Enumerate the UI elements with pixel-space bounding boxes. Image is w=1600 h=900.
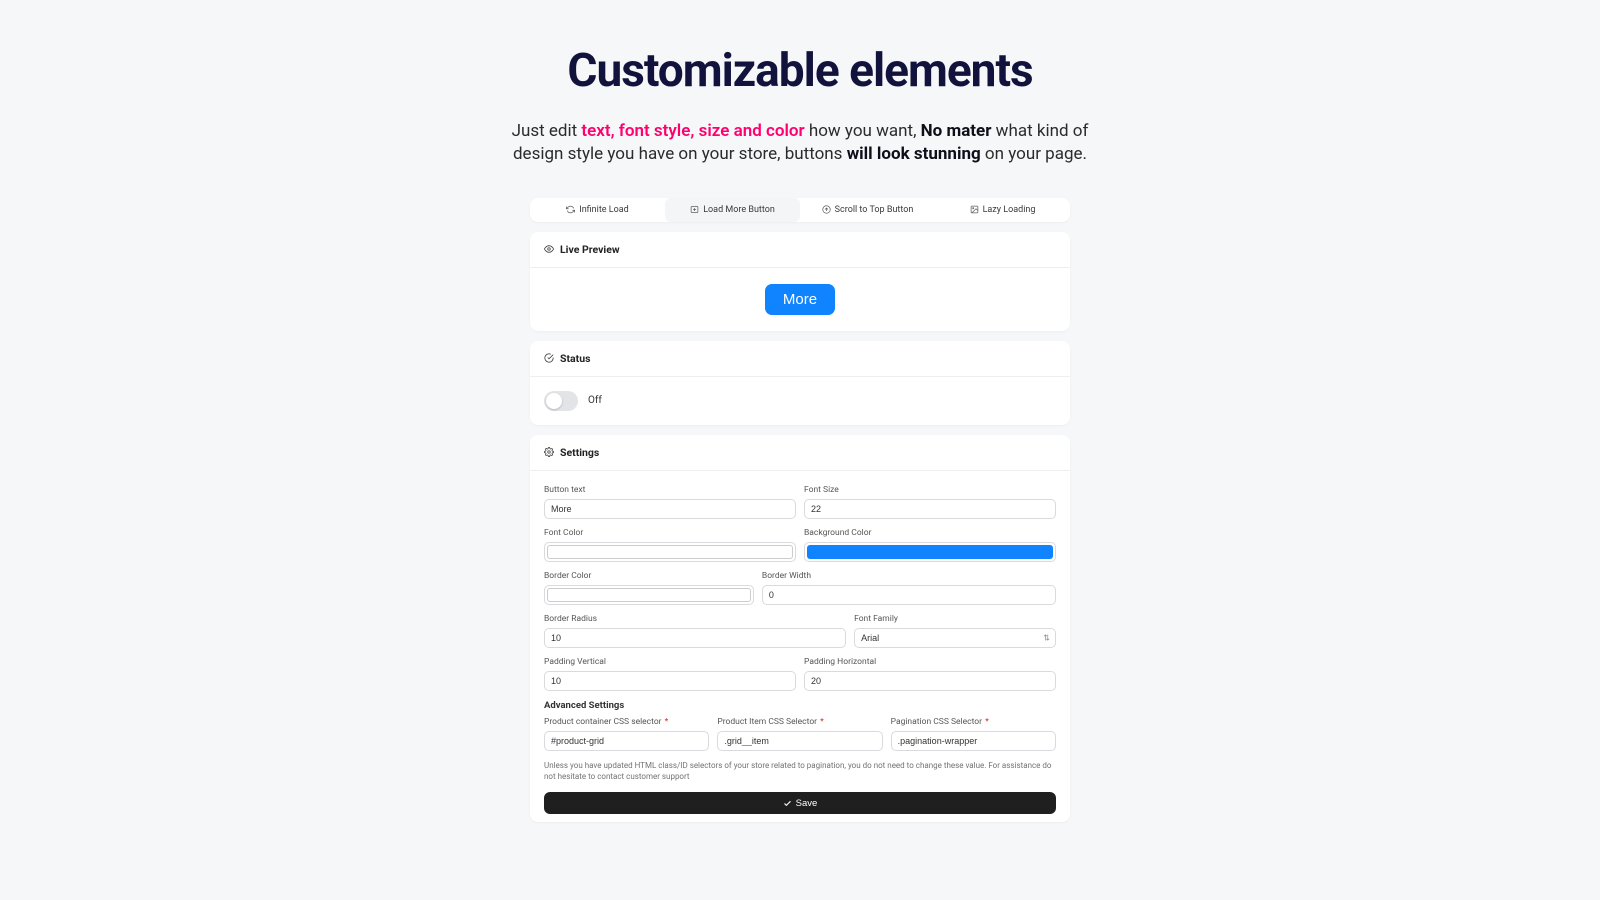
preview-more-button[interactable]: More (765, 284, 835, 315)
product-item-input[interactable] (717, 731, 882, 751)
settings-card: Settings Button text Font Size Font Colo (530, 435, 1070, 822)
live-preview-card: Live Preview More (530, 232, 1070, 331)
font-color-label: Font Color (544, 528, 796, 538)
lazy-icon (970, 205, 979, 214)
product-container-input[interactable] (544, 731, 709, 751)
padding-horizontal-label: Padding Horizontal (804, 657, 1056, 667)
font-family-label: Font Family (854, 614, 1056, 624)
save-button[interactable]: Save (544, 792, 1056, 814)
product-container-label: Product container CSS selector * (544, 717, 709, 727)
border-width-input[interactable] (762, 585, 1056, 605)
advanced-heading: Advanced Settings (544, 700, 1056, 711)
status-toggle[interactable] (544, 391, 578, 411)
button-text-input[interactable] (544, 499, 796, 519)
bg-color-label: Background Color (804, 528, 1056, 538)
tab-lazy-loading[interactable]: Lazy Loading (935, 198, 1070, 222)
page-title: Customizable elements (567, 44, 1032, 98)
border-radius-label: Border Radius (544, 614, 846, 624)
arrow-up-icon (822, 205, 831, 214)
eye-icon (544, 244, 554, 254)
border-color-label: Border Color (544, 571, 754, 581)
font-color-input[interactable] (544, 542, 796, 562)
settings-header: Settings (530, 435, 1070, 471)
border-radius-input[interactable] (544, 628, 846, 648)
padding-vertical-label: Padding Vertical (544, 657, 796, 667)
page-subtitle: Just edit text, font style, size and col… (490, 120, 1110, 166)
gear-icon (544, 447, 554, 457)
status-card: Status Off (530, 341, 1070, 425)
tab-infinite-load[interactable]: Infinite Load (530, 198, 665, 222)
tabs-bar: Infinite Load Load More Button Scroll to… (530, 198, 1070, 222)
font-size-input[interactable] (804, 499, 1056, 519)
check-icon (783, 799, 792, 808)
button-text-label: Button text (544, 485, 796, 495)
live-preview-header: Live Preview (530, 232, 1070, 268)
product-item-label: Product Item CSS Selector * (717, 717, 882, 727)
tab-scroll-to-top[interactable]: Scroll to Top Button (800, 198, 935, 222)
font-family-select[interactable] (854, 628, 1056, 648)
pagination-input[interactable] (891, 731, 1056, 751)
tab-load-more-button[interactable]: Load More Button (665, 198, 800, 222)
check-circle-icon (544, 353, 554, 363)
load-more-icon (690, 205, 699, 214)
status-header: Status (530, 341, 1070, 377)
status-label: Off (588, 395, 602, 406)
padding-horizontal-input[interactable] (804, 671, 1056, 691)
bg-color-input[interactable] (804, 542, 1056, 562)
pagination-label: Pagination CSS Selector * (891, 717, 1056, 727)
refresh-icon (566, 205, 575, 214)
border-width-label: Border Width (762, 571, 1056, 581)
border-color-input[interactable] (544, 585, 754, 605)
advanced-hint: Unless you have updated HTML class/ID se… (544, 760, 1056, 782)
padding-vertical-input[interactable] (544, 671, 796, 691)
font-size-label: Font Size (804, 485, 1056, 495)
